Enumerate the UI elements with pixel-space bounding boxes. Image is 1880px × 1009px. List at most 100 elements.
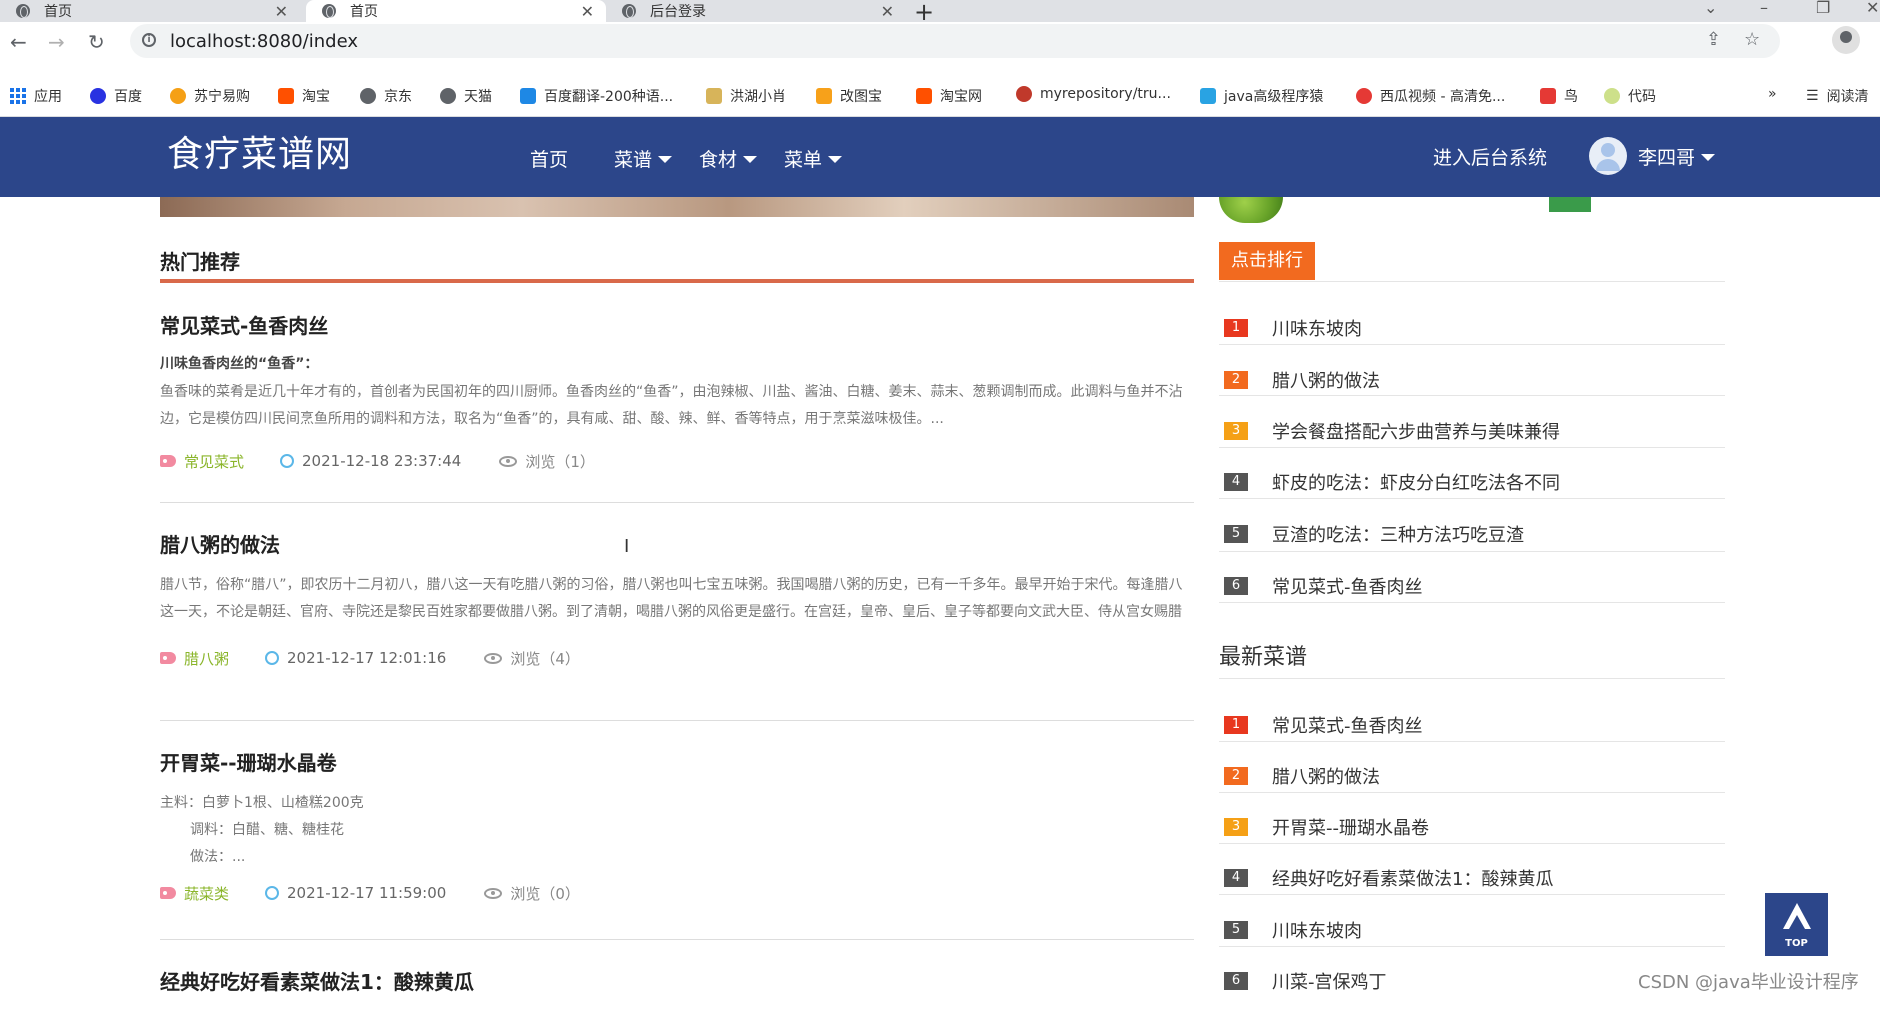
bookmark-item[interactable]: 京东 [360, 86, 412, 106]
rank-title[interactable]: 川味东坡肉 [1272, 315, 1362, 341]
latest-title[interactable]: 川菜-宫保鸡丁 [1272, 968, 1387, 994]
bookmark-item[interactable]: myrepository/tru... [1016, 86, 1171, 102]
bookmark-item[interactable]: 百度 [90, 86, 142, 106]
url-text: localhost:8080/index [170, 31, 358, 52]
article-date: 2021-12-18 23:37:44 [302, 452, 462, 470]
site-logo[interactable]: 食疗菜谱网 [167, 125, 352, 177]
rank-item[interactable]: 6 常见菜式-鱼香肉丝 [1224, 573, 1724, 599]
rank-title[interactable]: 学会餐盘搭配六步曲营养与美味兼得 [1272, 418, 1560, 444]
close-window-icon[interactable]: ✕ [1866, 0, 1879, 17]
side-divider [1219, 281, 1725, 282]
profile-icon[interactable] [1832, 26, 1860, 54]
article-title[interactable]: 开胃菜--珊瑚水晶卷 [160, 747, 1194, 776]
watermark: CSDN @java毕业设计程序 [1638, 972, 1859, 993]
side-divider [1219, 792, 1725, 793]
rank-title[interactable]: 豆渣的吃法：三种方法巧吃豆渣 [1272, 521, 1524, 547]
bookmark-item[interactable]: 代码 [1604, 86, 1656, 106]
article-views: 浏览（1） [525, 452, 595, 471]
latest-item[interactable]: 1 常见菜式-鱼香肉丝 [1224, 712, 1724, 738]
rank-item[interactable]: 5 豆渣的吃法：三种方法巧吃豆渣 [1224, 521, 1724, 547]
bookmark-item[interactable]: 天猫 [440, 86, 492, 106]
side-divider [1219, 741, 1725, 742]
reading-list-button[interactable]: ☰ 阅读清 [1806, 86, 1869, 106]
bookmark-label: 淘宝 [302, 89, 330, 105]
close-icon[interactable]: ✕ [275, 2, 288, 21]
bookmark-item[interactable]: 苏宁易购 [170, 86, 250, 106]
apple-image[interactable] [1219, 197, 1283, 223]
avatar[interactable] [1589, 137, 1627, 175]
rank-number: 6 [1224, 972, 1248, 990]
browser-tab-active[interactable]: 首页 ✕ [306, 0, 606, 22]
nav-menus[interactable]: 菜单 [784, 145, 843, 172]
rank-number: 1 [1224, 716, 1248, 734]
bookmark-apps[interactable]: 应用 [10, 86, 62, 106]
admin-link[interactable]: 进入后台系统 [1433, 143, 1547, 170]
click-rank-tab[interactable]: 点击排行 [1219, 242, 1315, 280]
article-tag[interactable]: 腊八粥 [184, 648, 229, 669]
bookmark-item[interactable]: 洪湖小肖 [706, 86, 786, 106]
user-name: 李四哥 [1638, 147, 1696, 169]
article-title[interactable]: 腊八粥的做法 [160, 529, 1194, 558]
forward-icon[interactable]: → [48, 30, 65, 54]
bookmark-item[interactable]: 改图宝 [816, 86, 882, 106]
rank-title[interactable]: 虾皮的吃法：虾皮分白红吃法各不同 [1272, 469, 1560, 495]
rank-title[interactable]: 常见菜式-鱼香肉丝 [1272, 573, 1423, 599]
article-tag[interactable]: 常见菜式 [184, 451, 244, 472]
tv-icon [1200, 88, 1216, 104]
latest-title[interactable]: 开胃菜--珊瑚水晶卷 [1272, 814, 1429, 840]
repo-icon [1016, 86, 1032, 102]
latest-title[interactable]: 经典好吃好看素菜做法1：酸辣黄瓜 [1272, 865, 1553, 891]
banner-image[interactable] [160, 197, 1194, 217]
green-image[interactable] [1549, 197, 1591, 212]
latest-item[interactable]: 4 经典好吃好看素菜做法1：酸辣黄瓜 [1224, 865, 1724, 891]
more-bookmarks-button[interactable]: » [1768, 86, 1777, 102]
back-icon[interactable]: ← [10, 30, 27, 54]
article-title[interactable]: 经典好吃好看素菜做法1：酸辣黄瓜 [160, 966, 1194, 995]
minimize-icon[interactable]: – [1760, 0, 1768, 17]
share-icon[interactable]: ⇪ [1706, 29, 1721, 50]
latest-item[interactable]: 2 腊八粥的做法 [1224, 763, 1724, 789]
rank-item[interactable]: 3 学会餐盘搭配六步曲营养与美味兼得 [1224, 418, 1724, 444]
latest-item[interactable]: 5 川味东坡肉 [1224, 917, 1724, 943]
star-icon[interactable]: ☆ [1744, 29, 1760, 50]
rank-title[interactable]: 腊八粥的做法 [1272, 367, 1380, 393]
baidu-icon [90, 88, 106, 104]
nav-ingredients[interactable]: 食材 [699, 145, 758, 172]
article-item: 开胃菜--珊瑚水晶卷 主料：白萝卜1根、山楂糕200克 调料：白醋、糖、糖桂花 … [160, 747, 1194, 903]
url-field[interactable]: i localhost:8080/index ☆ ⇪ [130, 24, 1780, 58]
bookmark-item[interactable]: 淘宝 [278, 86, 330, 106]
reload-icon[interactable]: ↻ [88, 30, 105, 54]
close-icon[interactable]: ✕ [881, 2, 894, 21]
latest-title[interactable]: 腊八粥的做法 [1272, 763, 1380, 789]
taobao-icon [916, 88, 932, 104]
rank-number: 5 [1224, 921, 1248, 939]
bookmark-item[interactable]: 西瓜视频 - 高清免... [1356, 86, 1505, 106]
bookmark-label: 改图宝 [840, 89, 882, 105]
restore-icon[interactable]: ❐ [1816, 0, 1830, 17]
bookmark-item[interactable]: 淘宝网 [916, 86, 982, 106]
rank-item[interactable]: 4 虾皮的吃法：虾皮分白红吃法各不同 [1224, 469, 1724, 495]
bookmark-item[interactable]: java高级程序猿 [1200, 86, 1323, 106]
close-icon[interactable]: ✕ [581, 2, 594, 21]
bookmark-item[interactable]: 百度翻译-200种语... [520, 86, 673, 106]
rank-item[interactable]: 1 川味东坡肉 [1224, 315, 1724, 341]
more-bookmarks-label: » [1768, 86, 1777, 102]
browser-tab[interactable]: 后台登录 ✕ [606, 0, 906, 22]
article-tag[interactable]: 蔬菜类 [184, 883, 229, 904]
user-menu[interactable]: 李四哥 [1638, 143, 1716, 170]
latest-title[interactable]: 常见菜式-鱼香肉丝 [1272, 712, 1423, 738]
info-icon[interactable]: i [142, 33, 156, 47]
nav-recipes[interactable]: 菜谱 [614, 145, 673, 172]
suning-icon [170, 88, 186, 104]
latest-title[interactable]: 川味东坡肉 [1272, 917, 1362, 943]
globe-icon [440, 88, 456, 104]
back-to-top-button[interactable]: TOP [1765, 893, 1828, 956]
reading-list-label: 阅读清 [1826, 89, 1869, 105]
bookmark-item[interactable]: 鸟 [1540, 86, 1578, 106]
latest-item[interactable]: 3 开胃菜--珊瑚水晶卷 [1224, 814, 1724, 840]
browser-tab[interactable]: 首页 ✕ [0, 0, 300, 22]
rank-item[interactable]: 2 腊八粥的做法 [1224, 367, 1724, 393]
article-title[interactable]: 常见菜式-鱼香肉丝 [160, 310, 1194, 339]
nav-home[interactable]: 首页 [530, 145, 568, 172]
chevron-down-icon[interactable]: ⌄ [1704, 0, 1717, 17]
